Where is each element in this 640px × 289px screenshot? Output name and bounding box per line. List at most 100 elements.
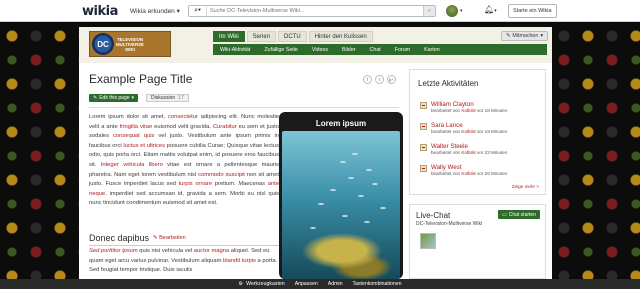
- link[interactable]: Integer vehicula libero: [101, 162, 163, 168]
- link[interactable]: commodo suscipit: [198, 172, 245, 178]
- edit-page-icon: [420, 144, 427, 151]
- notifications-bell-icon[interactable]: 🔔︎▾: [484, 5, 497, 14]
- start-wikia-button[interactable]: Starte ein Wikia: [508, 4, 557, 18]
- activity-user-link[interactable]: Kolbri8: [461, 108, 475, 113]
- activity-user-link[interactable]: Kolbri8: [461, 150, 475, 155]
- page-title: Example Page Title: [89, 72, 193, 86]
- wiki-wordmark[interactable]: DC TELEVISION MULTIVERSE WIKI: [89, 31, 171, 57]
- article-paragraph-2: Sed porttitor ipsum quis nisi vehicula v…: [89, 248, 278, 274]
- chat-bubble-icon: ▭: [502, 211, 507, 218]
- wikia-logo[interactable]: wikia: [82, 4, 118, 19]
- search-box: ⌕▾ ⌕: [188, 5, 436, 17]
- subnav-videos[interactable]: Videos: [305, 47, 335, 53]
- link[interactable]: blandit turpis: [223, 258, 256, 264]
- tab-serien[interactable]: Serien: [246, 31, 277, 42]
- recent-activity-title: Letzte Aktivitäten: [418, 79, 479, 88]
- infobox-image[interactable]: [282, 131, 400, 279]
- mitmachen-button[interactable]: ✎ Mitmachen ▾: [500, 31, 548, 41]
- user-menu[interactable]: ▾: [446, 5, 463, 17]
- subnav-forum[interactable]: Forum: [388, 47, 417, 53]
- list-item: William Clayton bearbeitet von Kolbri8 v…: [420, 101, 507, 114]
- chevron-down-icon: ▾: [460, 8, 463, 14]
- link[interactable]: consectetur: [168, 114, 198, 120]
- toolbox-menu[interactable]: ⚙ Werkzeugkasten: [238, 281, 284, 287]
- subnav-karten[interactable]: Karten: [417, 47, 447, 53]
- subnav-zufaellige-seite[interactable]: Zufällige Seite: [257, 47, 305, 53]
- divider: [89, 107, 399, 108]
- tab-im-wiki[interactable]: Im Wiki: [213, 31, 245, 42]
- toolbar-admin[interactable]: Admin: [328, 281, 343, 287]
- activity-page-link[interactable]: Walter Steele: [431, 143, 507, 150]
- link[interactable]: turpis ornare: [179, 181, 213, 187]
- toolbar-shortcuts[interactable]: Tastenkombinationen: [352, 281, 401, 287]
- link[interactable]: Curabitur: [213, 124, 237, 130]
- dc-logo-icon: DC: [92, 33, 114, 55]
- mitmachen-label: Mitmachen: [512, 33, 539, 39]
- edit-page-icon: [420, 123, 427, 130]
- activity-user-link[interactable]: Kolbri8: [461, 171, 475, 176]
- subnav-wiki-aktivitaet[interactable]: Wiki-Aktivität: [213, 47, 257, 53]
- pencil-icon: ✎: [153, 235, 158, 241]
- list-item: Wally West bearbeitet von Kolbri8 vor 26…: [420, 164, 507, 177]
- wordmark-line3: WIKI: [125, 46, 135, 52]
- edit-page-button[interactable]: ✎ Edit this page ▾: [89, 94, 139, 102]
- divider: [89, 245, 279, 246]
- link[interactable]: fringilla vitae: [120, 124, 153, 130]
- show-more-link[interactable]: Zeige mehr >: [512, 184, 539, 189]
- section-heading: Donec dapibus: [89, 233, 150, 243]
- discussion-button[interactable]: Diskussion 17: [146, 94, 189, 102]
- chevron-down-icon: ▾: [540, 33, 543, 39]
- infobox: Lorem ipsum: [279, 112, 403, 279]
- discussion-count: 17: [178, 95, 184, 101]
- link[interactable]: consequat quis: [113, 133, 154, 139]
- chat-subtitle: DC-Television-Multiverse Wiki: [416, 221, 483, 227]
- search-icon[interactable]: ⌕: [423, 6, 435, 16]
- live-chat-module: Live-Chat ▭ Chat starten DC-Television-M…: [409, 204, 546, 279]
- list-item: Sara Lance bearbeitet von Kolbri8 vor 19…: [420, 122, 507, 135]
- infobox-title: Lorem ipsum: [315, 119, 367, 128]
- tab-dctu[interactable]: DCTU: [278, 31, 307, 42]
- subnav-chat[interactable]: Chat: [363, 47, 388, 53]
- link[interactable]: Sed porttitor ipsum: [89, 248, 138, 254]
- edit-page-label: Edit this page: [99, 95, 130, 101]
- discussion-label: Diskussion: [151, 95, 176, 101]
- facebook-icon[interactable]: f: [363, 75, 372, 84]
- link[interactable]: auctor magna: [194, 248, 229, 254]
- gear-icon: ⚙: [238, 281, 244, 287]
- live-chat-title: Live-Chat: [416, 211, 451, 220]
- wiki-subnav: Wiki-Aktivität Zufällige Seite Videos Bi…: [213, 44, 547, 55]
- activity-page-link[interactable]: William Clayton: [431, 101, 507, 108]
- chat-user-avatar[interactable]: [420, 233, 436, 249]
- start-chat-label: Chat starten: [508, 211, 536, 218]
- activity-page-link[interactable]: Wally West: [431, 164, 507, 171]
- search-input[interactable]: [207, 8, 417, 14]
- pencil-icon: ✎: [505, 33, 511, 39]
- section-edit-link[interactable]: ✎ Bearbeiten: [153, 235, 186, 241]
- pencil-icon: ✎: [93, 95, 98, 101]
- start-chat-button[interactable]: ▭ Chat starten: [498, 210, 540, 219]
- social-share: f t g+: [363, 75, 396, 84]
- search-scope-icon[interactable]: ⌕▾: [189, 6, 207, 16]
- section-edit-label: Bearbeiten: [159, 235, 186, 241]
- activity-page-link[interactable]: Sara Lance: [431, 122, 507, 129]
- activity-user-link[interactable]: Kolbri8: [461, 129, 475, 134]
- edit-page-icon: [420, 165, 427, 172]
- toolbar-anpassen[interactable]: Anpassen: [295, 281, 318, 287]
- edit-page-icon: [420, 102, 427, 109]
- wiki-header: DC TELEVISION MULTIVERSE WIKI Im Wiki Se…: [79, 27, 552, 63]
- global-nav: wikia Wikia erkunden ▾ ⌕▾ ⌕ ▾ 🔔︎▾ Starte…: [0, 0, 640, 22]
- explore-menu[interactable]: Wikia erkunden ▾: [130, 7, 180, 15]
- link[interactable]: luctus et ultrices: [123, 143, 165, 149]
- google-plus-icon[interactable]: g+: [387, 75, 396, 84]
- twitter-icon[interactable]: t: [375, 75, 384, 84]
- article-paragraph-1: Lorem ipsum dolor sit amet, consectetur …: [89, 114, 279, 207]
- recent-activity-module: Letzte Aktivitäten William Clayton bearb…: [409, 69, 546, 195]
- wordmark-line2: MULTIVERSE: [116, 41, 144, 47]
- main-content: Example Page Title f t g+ ✎ Edit this pa…: [79, 63, 552, 279]
- avatar: [446, 5, 458, 17]
- wordmark-line1: TELEVISION: [116, 36, 144, 42]
- tab-hinter-den-kulissen[interactable]: Hinter den Kulissen: [308, 31, 373, 42]
- subnav-bilder[interactable]: Bilder: [335, 47, 363, 53]
- list-item: Walter Steele bearbeitet von Kolbri8 vor…: [420, 143, 507, 156]
- bottom-toolbar: ⚙ Werkzeugkasten Anpassen Admin Tastenkom…: [0, 279, 640, 289]
